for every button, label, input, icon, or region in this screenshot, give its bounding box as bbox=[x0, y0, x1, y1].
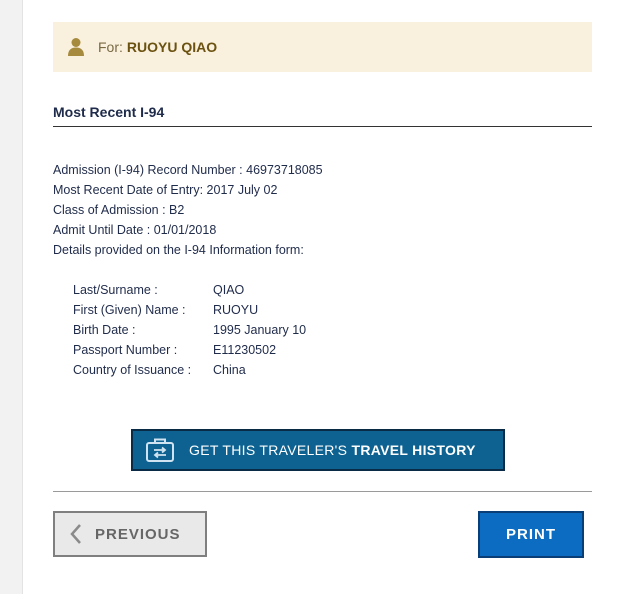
left-rail bbox=[0, 0, 23, 594]
luggage-transfer-icon bbox=[145, 437, 175, 463]
info-value: QIAO bbox=[213, 283, 245, 297]
for-label: For: bbox=[98, 39, 123, 55]
section-title: Most Recent I-94 bbox=[53, 104, 165, 120]
info-row-surname: Last/Surname : QIAO bbox=[73, 280, 306, 300]
print-button[interactable]: PRINT bbox=[478, 511, 584, 558]
entry-date: Most Recent Date of Entry: 2017 July 02 bbox=[53, 183, 278, 197]
info-label: Birth Date : bbox=[73, 323, 136, 337]
info-label: Last/Surname : bbox=[73, 283, 158, 297]
admission-number: Admission (I-94) Record Number : 4697371… bbox=[53, 163, 323, 177]
info-row-given-name: First (Given) Name : RUOYU bbox=[73, 300, 306, 320]
previous-label: PREVIOUS bbox=[95, 525, 181, 543]
info-label: Passport Number : bbox=[73, 343, 178, 357]
title-divider bbox=[53, 126, 592, 127]
traveler-name: RUOYU QIAO bbox=[126, 39, 218, 55]
chevron-left-icon bbox=[69, 523, 83, 545]
info-value: E11230502 bbox=[213, 343, 277, 357]
print-label: PRINT bbox=[506, 526, 556, 543]
travel-history-button[interactable]: GET THIS TRAVELER'S TRAVEL HISTORY bbox=[131, 429, 505, 471]
admit-until-date: Admit Until Date : 01/01/2018 bbox=[53, 223, 217, 237]
previous-button[interactable]: PREVIOUS bbox=[53, 511, 207, 557]
travel-history-bold: TRAVEL HISTORY bbox=[351, 442, 476, 458]
travel-history-label: GET THIS TRAVELER'S TRAVEL HISTORY bbox=[189, 442, 476, 458]
info-label: Country of Issuance : bbox=[73, 363, 192, 377]
record-details: Admission (I-94) Record Number : 4697371… bbox=[53, 160, 323, 260]
traveler-banner: For: RUOYU QIAO bbox=[53, 22, 592, 72]
info-value: RUOYU bbox=[213, 303, 259, 317]
user-icon bbox=[67, 37, 85, 57]
info-label: First (Given) Name : bbox=[73, 303, 186, 317]
form-info: Last/Surname : QIAO First (Given) Name :… bbox=[73, 280, 306, 380]
travel-history-prefix: GET THIS TRAVELER'S bbox=[189, 442, 352, 458]
info-row-country: Country of Issuance : China bbox=[73, 360, 306, 380]
info-row-passport: Passport Number : E11230502 bbox=[73, 340, 306, 360]
details-intro: Details provided on the I-94 Information… bbox=[53, 243, 304, 257]
info-row-birth-date: Birth Date : 1995 January 10 bbox=[73, 320, 306, 340]
info-value: China bbox=[213, 363, 246, 377]
info-value: 1995 January 10 bbox=[213, 323, 307, 337]
class-of-admission: Class of Admission : B2 bbox=[53, 203, 185, 217]
bottom-divider bbox=[53, 491, 592, 492]
